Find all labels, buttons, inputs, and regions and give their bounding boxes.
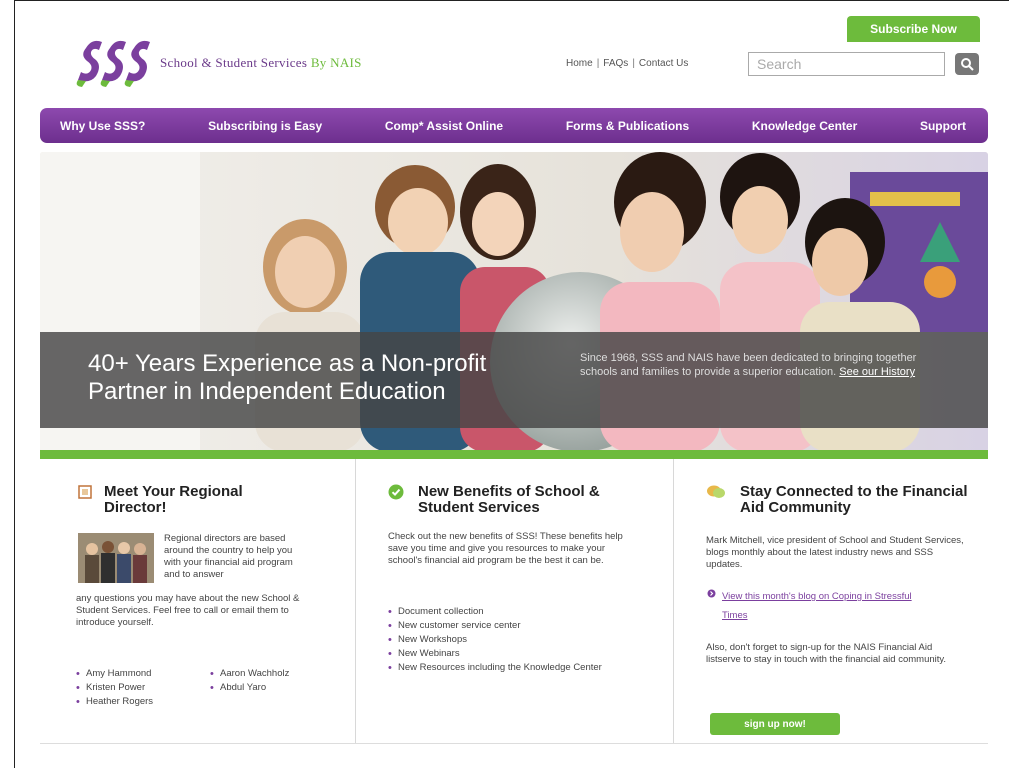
see-history-link[interactable]: See our History — [839, 366, 915, 378]
nav-subscribing[interactable]: Subscribing is Easy — [208, 119, 322, 133]
benefit-item: New customer service center — [388, 619, 668, 633]
nav-why-use-sss[interactable]: Why Use SSS? — [60, 119, 145, 133]
home-link[interactable]: Home — [566, 58, 593, 69]
stay-connected-column: Stay Connected to the Financial Aid Comm… — [673, 459, 988, 743]
benefit-item: New Resources including the Knowledge Ce… — [388, 661, 668, 675]
search-input[interactable] — [748, 52, 945, 76]
search-icon — [961, 58, 974, 71]
nav-comp-assist[interactable]: Comp* Assist Online — [385, 119, 503, 133]
director-name[interactable]: Abdul Yaro — [210, 681, 289, 695]
new-benefits-column: New Benefits of School & Student Service… — [355, 459, 673, 743]
director-name[interactable]: Heather Rogers — [76, 695, 153, 709]
arrow-bullet-icon — [707, 589, 716, 598]
director-intro-text: Regional directors are based around the … — [164, 533, 293, 580]
director-name[interactable]: Aaron Wachholz — [210, 667, 289, 681]
link-separator: | — [632, 58, 635, 69]
hero-headline: 40+ Years Experience as a Non-profit Par… — [88, 350, 487, 405]
regional-director-title: Meet Your Regional Director! — [104, 483, 243, 516]
site-logo[interactable]: School & Student Services By NAIS — [72, 36, 362, 88]
benefit-item: New Workshops — [388, 633, 668, 647]
benefits-list: Document collection New customer service… — [388, 605, 668, 675]
hero-subtext: Since 1968, SSS and NAIS have been dedic… — [580, 351, 925, 379]
faqs-link[interactable]: FAQs — [603, 58, 628, 69]
benefits-intro-text: Check out the new benefits of SSS! These… — [388, 531, 623, 566]
subscribe-now-button[interactable]: Subscribe Now — [847, 16, 980, 42]
blog-link[interactable]: View this month's blog on Coping in Stre… — [722, 587, 912, 625]
sign-up-button[interactable]: sign up now! — [710, 713, 840, 735]
chat-bubble-icon — [707, 485, 725, 498]
directors-group-image — [78, 533, 154, 583]
sss-logo-icon — [76, 40, 150, 87]
new-benefits-title: New Benefits of School & Student Service… — [418, 483, 600, 516]
director-name[interactable]: Amy Hammond — [76, 667, 153, 681]
checkmark-icon — [388, 484, 404, 500]
contact-link[interactable]: Contact Us — [639, 58, 688, 69]
director-intro-text-cont: any questions you may have about the new… — [76, 593, 300, 628]
blog-intro-text: Mark Mitchell, vice president of School … — [706, 535, 964, 570]
benefit-item: New Webinars — [388, 647, 668, 661]
document-icon — [78, 485, 92, 499]
directors-list-left: Amy Hammond Kristen Power Heather Rogers — [76, 667, 153, 709]
search-bar — [748, 52, 979, 76]
hero-banner: 40+ Years Experience as a Non-profit Par… — [40, 152, 988, 452]
nav-knowledge-center[interactable]: Knowledge Center — [752, 119, 857, 133]
directors-photo — [78, 533, 154, 583]
search-button[interactable] — [955, 53, 979, 75]
nav-forms-publications[interactable]: Forms & Publications — [566, 119, 689, 133]
green-divider — [40, 450, 988, 459]
main-nav: Why Use SSS? Subscribing is Easy Comp* A… — [40, 108, 988, 143]
top-links: Home | FAQs | Contact Us — [566, 58, 688, 69]
directors-list-right: Aaron Wachholz Abdul Yaro — [210, 667, 289, 695]
logo-wordmark: School & Student Services By NAIS — [160, 55, 362, 71]
link-separator: | — [596, 58, 600, 69]
director-name[interactable]: Kristen Power — [76, 681, 153, 695]
logo-text-main: School & Student Services — [160, 55, 308, 70]
stay-connected-title: Stay Connected to the Financial Aid Comm… — [740, 483, 968, 516]
logo-text-by: By NAIS — [310, 55, 362, 70]
regional-director-column: Meet Your Regional Director! Regional di… — [40, 459, 355, 743]
benefit-item: Document collection — [388, 605, 668, 619]
feature-columns: Meet Your Regional Director! Regional di… — [40, 459, 988, 744]
nav-support[interactable]: Support — [920, 119, 966, 133]
listserve-text: Also, don't forget to sign-up for the NA… — [706, 642, 947, 665]
